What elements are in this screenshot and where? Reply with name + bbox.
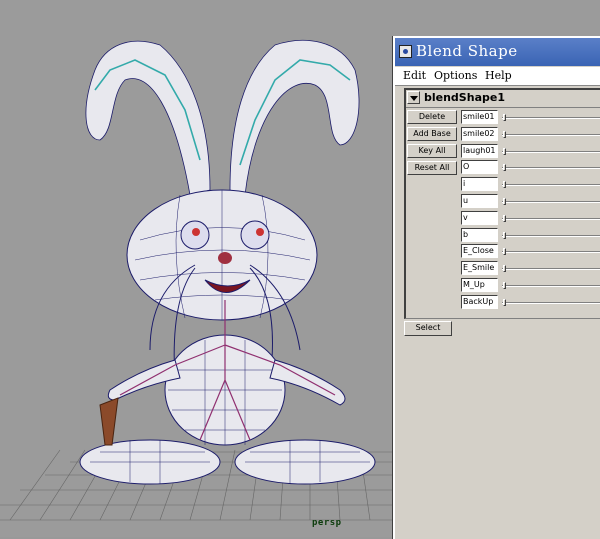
key-all-button[interactable]: Key All bbox=[407, 144, 457, 158]
weight-slider-thumb[interactable] bbox=[503, 131, 506, 138]
node-header[interactable]: blendShape1 bbox=[406, 90, 600, 108]
title-bar[interactable]: Blend Shape bbox=[395, 38, 600, 66]
weight-slider-track[interactable] bbox=[502, 134, 600, 136]
weight-slider-track[interactable] bbox=[502, 268, 600, 270]
window-title: Blend Shape bbox=[416, 42, 518, 60]
target-name-field[interactable]: b bbox=[461, 228, 498, 242]
target-name-field[interactable]: BackUp bbox=[461, 295, 498, 309]
delete-button[interactable]: Delete bbox=[407, 110, 457, 124]
target-name-field[interactable]: smile02 bbox=[461, 127, 498, 141]
weight-slider-track[interactable] bbox=[502, 201, 600, 203]
weight-slider-thumb[interactable] bbox=[503, 282, 506, 289]
weight-slider-track[interactable] bbox=[502, 184, 600, 186]
target-name-field[interactable]: E_Smile bbox=[461, 261, 498, 275]
weight-slider-thumb[interactable] bbox=[503, 299, 506, 306]
weight-slider-track[interactable] bbox=[502, 251, 600, 253]
weight-slider-track[interactable] bbox=[502, 117, 600, 119]
weight-slider-track[interactable] bbox=[502, 235, 600, 237]
weight-slider-thumb[interactable] bbox=[503, 215, 506, 222]
camera-label: persp bbox=[312, 518, 342, 528]
add-base-button[interactable]: Add Base bbox=[407, 127, 457, 141]
target-name-field[interactable]: i bbox=[461, 177, 498, 191]
target-name-field[interactable]: u bbox=[461, 194, 498, 208]
weight-slider-track[interactable] bbox=[502, 167, 600, 169]
select-button[interactable]: Select bbox=[404, 321, 452, 336]
menu-bar: Edit Options Help bbox=[395, 67, 600, 86]
menu-options[interactable]: Options bbox=[434, 69, 477, 82]
weight-slider-thumb[interactable] bbox=[503, 114, 506, 121]
menu-edit[interactable]: Edit bbox=[403, 69, 426, 82]
weight-slider-thumb[interactable] bbox=[503, 148, 506, 155]
blend-shape-body: blendShape1 Delete Add Base Key All Rese… bbox=[398, 87, 600, 539]
target-name-field[interactable]: smile01 bbox=[461, 110, 498, 124]
weight-slider-track[interactable] bbox=[502, 218, 600, 220]
cane bbox=[99, 397, 119, 446]
node-name: blendShape1 bbox=[424, 91, 505, 104]
weight-slider-thumb[interactable] bbox=[503, 248, 506, 255]
menu-help[interactable]: Help bbox=[485, 69, 512, 82]
weight-slider-track[interactable] bbox=[502, 151, 600, 153]
weight-slider-thumb[interactable] bbox=[503, 164, 506, 171]
collapse-arrow-icon[interactable] bbox=[407, 91, 420, 104]
reset-all-button[interactable]: Reset All bbox=[407, 161, 457, 175]
weight-slider-thumb[interactable] bbox=[503, 198, 506, 205]
weight-slider-track[interactable] bbox=[502, 302, 600, 304]
target-name-field[interactable]: v bbox=[461, 211, 498, 225]
weight-slider-thumb[interactable] bbox=[503, 181, 506, 188]
weight-slider-thumb[interactable] bbox=[503, 232, 506, 239]
window-icon[interactable] bbox=[399, 45, 412, 58]
blend-shape-window[interactable]: Blend Shape Edit Options Help blendShape… bbox=[393, 36, 600, 539]
target-name-field[interactable]: E_Close bbox=[461, 244, 498, 258]
target-name-field[interactable]: O bbox=[461, 160, 498, 174]
target-name-field[interactable]: M_Up bbox=[461, 278, 498, 292]
target-name-field[interactable]: laugh01 bbox=[461, 144, 498, 158]
blendshape-node-frame: blendShape1 Delete Add Base Key All Rese… bbox=[404, 88, 600, 319]
weight-slider-track[interactable] bbox=[502, 285, 600, 287]
weight-slider-thumb[interactable] bbox=[503, 265, 506, 272]
